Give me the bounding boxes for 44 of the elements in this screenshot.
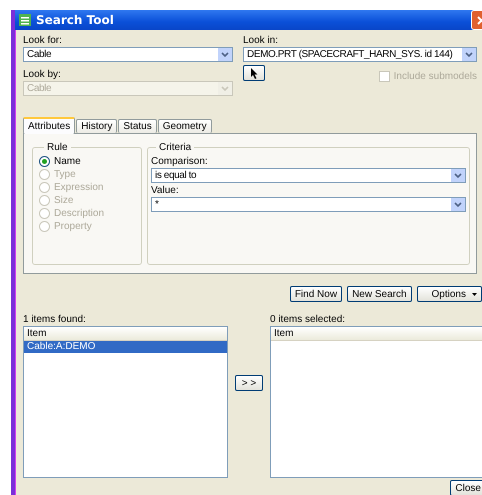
tab[interactable]: Geometry [158,119,212,133]
radio-label: Description [54,208,104,219]
radio-label: Size [54,195,74,206]
caret-icon [472,292,477,296]
comparison-dropdown[interactable]: is equal to [151,168,466,183]
look-for-dropdown[interactable]: Cable [23,47,233,62]
look-in-dropdown[interactable]: DEMO.PRT (SPACECRAFT_HARN_SYS. id 144) [243,47,477,62]
chevron-down-icon [221,86,229,92]
pick-button[interactable] [243,65,265,81]
field-label: Look in: [243,35,280,46]
tab[interactable]: History [76,119,118,133]
field-label: Comparison: [151,156,209,167]
close-button[interactable]: Close [450,480,482,495]
action-button[interactable]: Find Now [290,286,342,302]
radio-button[interactable] [39,156,50,167]
options-button[interactable]: Options [416,286,482,302]
action-button[interactable]: New Search [347,286,412,302]
radio-label: Name [54,156,81,167]
radio-label: Property [54,221,92,232]
checkbox-label: Include submodels [394,71,477,82]
list-label: 1 items found: [23,314,87,325]
chevron-down-icon [454,202,462,208]
field-label: Look by: [23,69,62,80]
column-header[interactable]: Item [271,327,482,341]
tab[interactable]: Attributes [23,117,76,134]
add-button[interactable]: > > [235,375,263,391]
column-header[interactable]: Item [24,327,227,341]
tab[interactable]: Status [118,119,157,133]
chevron-down-icon [454,172,462,178]
list-item[interactable]: Cable:A:DEMO [24,341,227,353]
field-label: Value: [151,185,180,196]
list-label: 0 items selected: [270,314,346,325]
pointer-icon [250,68,258,78]
window-title: Search Tool [36,13,114,27]
app-icon [19,14,31,26]
radio-label: Type [54,169,76,180]
chevron-down-icon [465,52,473,58]
close-window-button[interactable] [471,10,482,30]
chevron-down-icon [221,52,229,58]
group-title: Criteria [158,142,192,153]
field-label: Look for: [23,35,63,46]
group-title: Rule [46,142,69,153]
value-dropdown[interactable]: * [151,197,466,212]
radio-label: Expression [54,182,104,193]
